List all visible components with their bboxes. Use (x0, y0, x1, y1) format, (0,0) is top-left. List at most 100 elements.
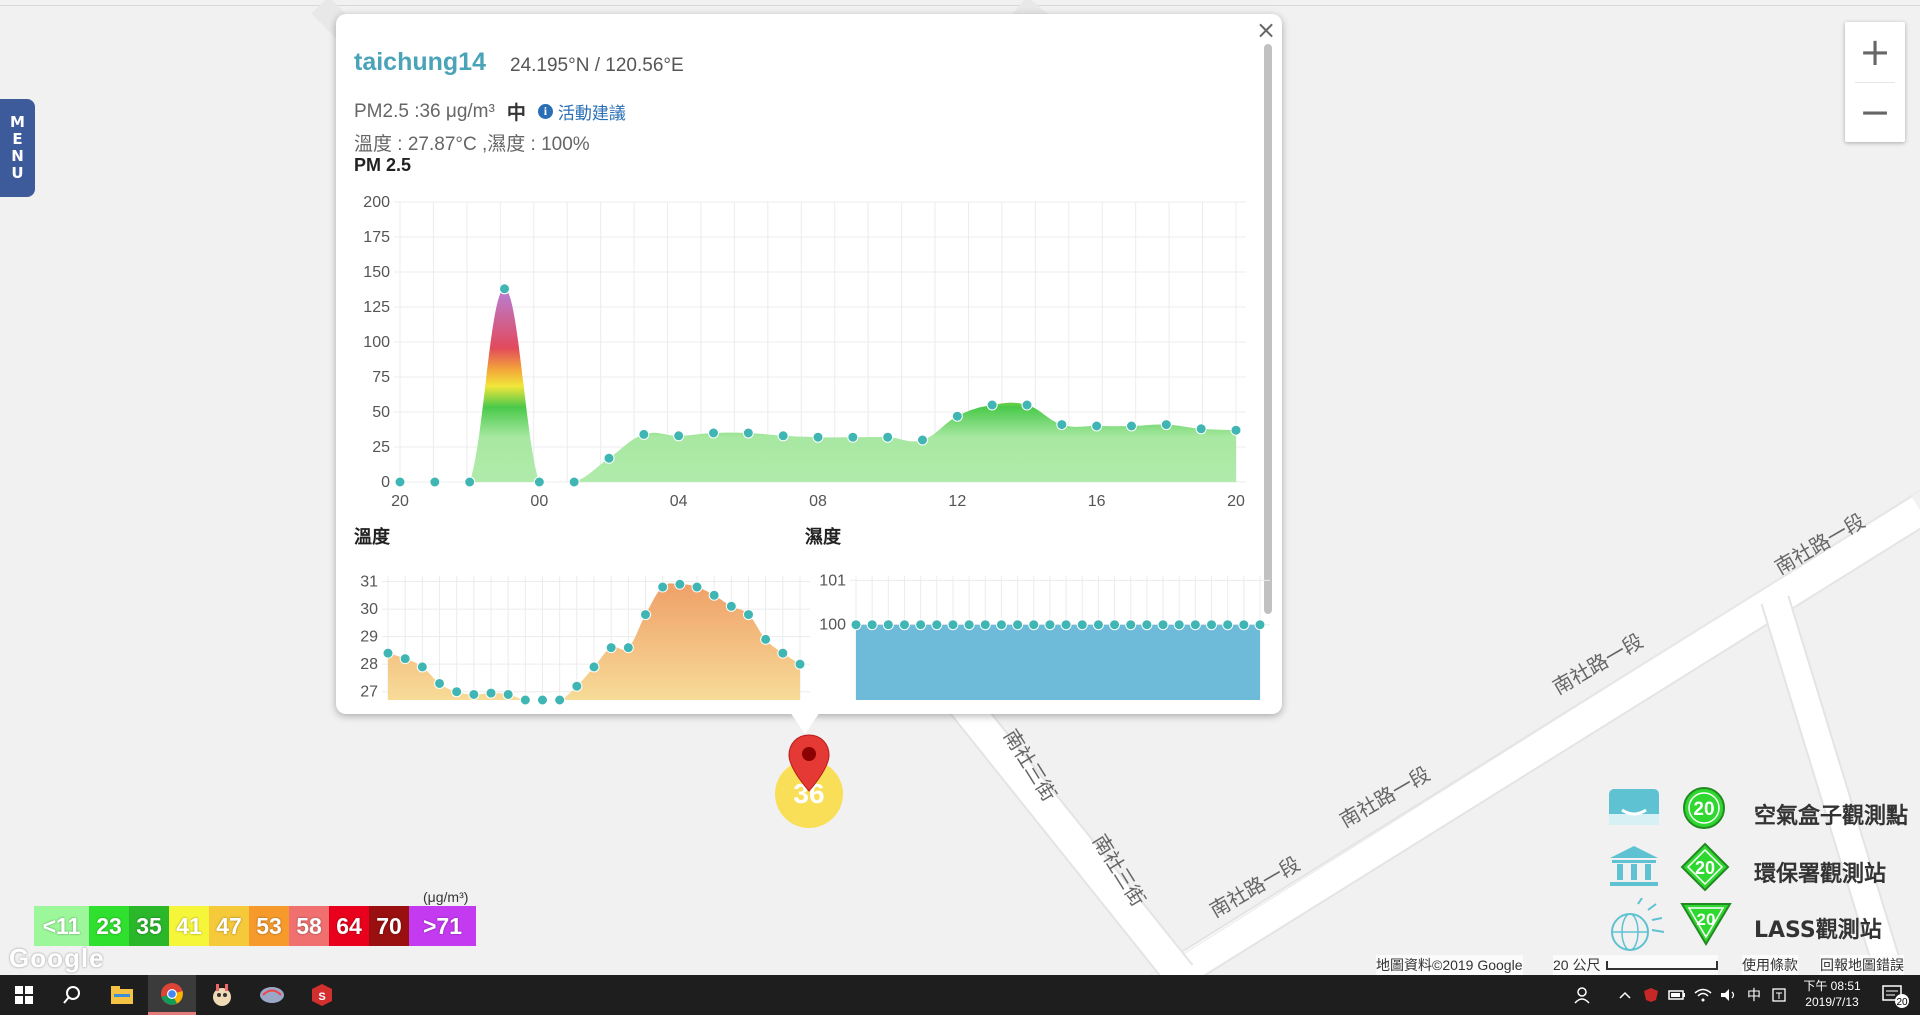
data-point[interactable] (947, 619, 959, 631)
chevron-up-icon[interactable] (1612, 975, 1638, 1015)
data-point[interactable] (882, 619, 894, 631)
terms-link[interactable]: 使用條款 (1742, 955, 1798, 975)
data-point[interactable] (691, 581, 703, 593)
data-point[interactable] (571, 680, 583, 692)
windows-start-icon[interactable] (0, 975, 48, 1015)
activity-advice-link[interactable]: 活動建議 (558, 99, 626, 124)
data-point[interactable] (451, 686, 463, 698)
data-point[interactable] (434, 677, 445, 689)
menu-button[interactable]: M E N U (0, 99, 35, 197)
data-point[interactable] (1044, 619, 1056, 631)
data-point[interactable] (1012, 619, 1024, 631)
data-point[interactable] (760, 633, 772, 645)
zoom-in-button[interactable]: + (1845, 22, 1905, 82)
data-point[interactable] (995, 619, 1007, 631)
data-point[interactable] (519, 694, 531, 706)
people-icon[interactable] (1568, 975, 1598, 1015)
data-point[interactable] (743, 609, 754, 621)
data-point[interactable] (1092, 619, 1104, 631)
data-point[interactable] (1109, 619, 1121, 631)
map-scale[interactable]: 20 公尺 (1553, 955, 1719, 975)
data-point[interactable] (1160, 419, 1172, 431)
app-icon[interactable]: S (298, 975, 346, 1015)
data-point[interactable] (1060, 619, 1072, 631)
data-point[interactable] (537, 694, 548, 706)
data-point[interactable] (416, 661, 428, 673)
battery-icon[interactable] (1664, 975, 1690, 1015)
data-point[interactable] (931, 619, 943, 631)
data-point[interactable] (382, 647, 394, 659)
data-point[interactable] (499, 283, 510, 295)
data-point[interactable] (708, 427, 719, 439)
app-icon[interactable] (198, 975, 246, 1015)
data-point[interactable] (533, 476, 545, 488)
data-point[interactable] (1189, 619, 1201, 631)
data-point[interactable] (1028, 619, 1040, 631)
data-point[interactable] (812, 431, 824, 443)
data-point[interactable] (777, 430, 789, 442)
data-point[interactable] (399, 653, 411, 665)
wifi-icon[interactable] (1690, 975, 1716, 1015)
data-point[interactable] (777, 647, 789, 659)
data-point[interactable] (674, 578, 686, 590)
data-point[interactable] (588, 661, 600, 673)
report-error-link[interactable]: 回報地圖錯誤 (1820, 955, 1904, 975)
data-point[interactable] (847, 431, 859, 443)
volume-icon[interactable] (1716, 975, 1742, 1015)
data-point[interactable] (742, 427, 754, 439)
data-point[interactable] (898, 619, 910, 631)
data-point[interactable] (657, 581, 669, 593)
data-point[interactable] (1230, 424, 1242, 436)
data-point[interactable] (605, 642, 617, 654)
data-point[interactable] (394, 476, 406, 488)
data-point[interactable] (1056, 419, 1068, 431)
data-point[interactable] (502, 688, 514, 700)
data-point[interactable] (1091, 420, 1103, 432)
data-point[interactable] (638, 428, 650, 440)
close-button[interactable]: × (1256, 16, 1276, 44)
map-pin-icon[interactable] (787, 733, 831, 795)
data-point[interactable] (1125, 619, 1137, 631)
data-point[interactable] (882, 431, 894, 443)
data-point[interactable] (1157, 619, 1169, 631)
data-point[interactable] (866, 619, 878, 631)
data-point[interactable] (725, 600, 737, 612)
data-point[interactable] (1126, 420, 1137, 432)
notification-icon[interactable]: 20 (1872, 975, 1920, 1015)
data-point[interactable] (986, 399, 998, 411)
ime-indicator[interactable]: 中 (1742, 987, 1766, 1003)
data-point[interactable] (485, 687, 497, 699)
data-point[interactable] (1238, 619, 1250, 631)
data-point[interactable] (603, 452, 615, 464)
keyboard-icon[interactable] (1766, 975, 1792, 1015)
shield-tray-icon[interactable] (1638, 975, 1664, 1015)
file-explorer-icon[interactable] (98, 975, 146, 1015)
zoom-out-button[interactable]: − (1845, 82, 1905, 142)
data-point[interactable] (1021, 399, 1033, 411)
info-icon[interactable]: i (537, 104, 553, 119)
data-point[interactable] (850, 619, 862, 631)
chrome-icon[interactable] (148, 975, 196, 1015)
data-point[interactable] (1254, 619, 1266, 631)
data-point[interactable] (429, 476, 441, 488)
data-point[interactable] (673, 430, 685, 442)
data-point[interactable] (640, 609, 651, 621)
data-point[interactable] (468, 688, 480, 700)
data-point[interactable] (464, 476, 476, 488)
data-point[interactable] (1195, 423, 1207, 435)
data-point[interactable] (979, 619, 991, 631)
data-point[interactable] (1141, 619, 1153, 631)
data-point[interactable] (963, 619, 975, 631)
app-icon[interactable] (248, 975, 296, 1015)
data-point[interactable] (917, 434, 928, 446)
data-point[interactable] (951, 410, 963, 422)
data-point[interactable] (1222, 619, 1234, 631)
search-icon[interactable] (48, 975, 96, 1015)
clock[interactable]: 下午 08:51 2019/7/13 (1790, 978, 1874, 1010)
data-point[interactable] (708, 589, 720, 601)
data-point[interactable] (915, 619, 927, 631)
data-point[interactable] (1173, 619, 1185, 631)
data-point[interactable] (622, 642, 634, 654)
data-point[interactable] (1206, 619, 1218, 631)
data-point[interactable] (1076, 619, 1088, 631)
